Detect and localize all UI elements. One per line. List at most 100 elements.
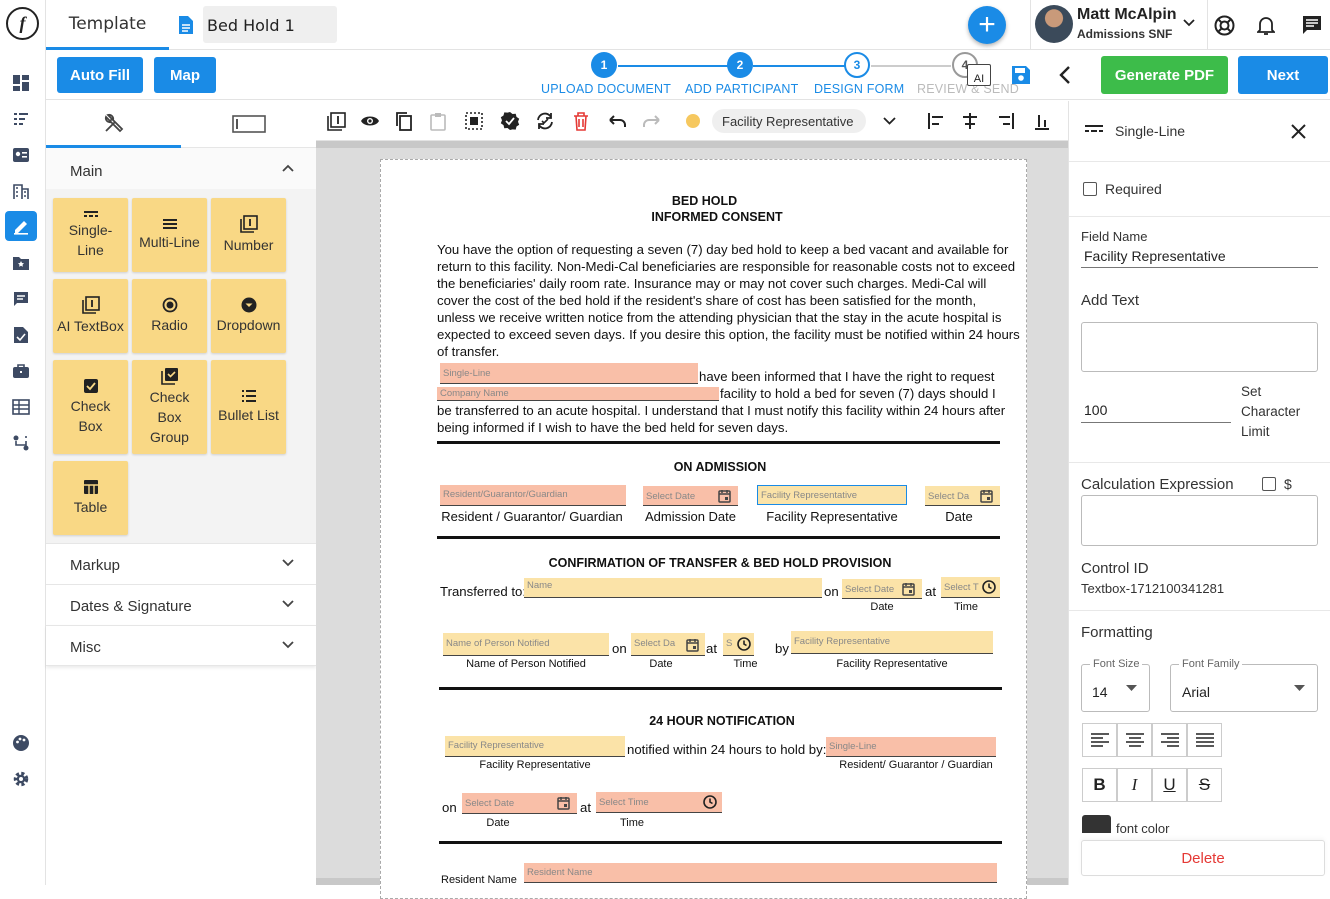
messages-icon[interactable] bbox=[1302, 15, 1322, 35]
step-1-label[interactable]: UPLOAD DOCUMENT bbox=[541, 82, 671, 96]
field-name[interactable]: Name bbox=[524, 578, 822, 598]
redo-icon[interactable] bbox=[642, 111, 662, 131]
field-notified-date[interactable]: Select Da bbox=[631, 633, 705, 656]
field-bullet-list[interactable]: Bullet List bbox=[211, 360, 286, 454]
contact-card-icon[interactable] bbox=[10, 144, 32, 166]
field-radio[interactable]: Radio bbox=[132, 279, 207, 353]
calc-expression-textarea[interactable] bbox=[1081, 495, 1318, 546]
currency-checkbox[interactable] bbox=[1262, 477, 1276, 491]
sync-icon[interactable] bbox=[535, 111, 555, 131]
design-edit-icon[interactable] bbox=[5, 211, 37, 241]
field-ai-textbox[interactable]: AI TextBox bbox=[53, 279, 128, 353]
field-resident-name[interactable]: Resident Name bbox=[524, 863, 997, 883]
user-menu[interactable]: Matt McAlpin Admissions SNF bbox=[1030, 0, 1208, 50]
section-main[interactable]: Main bbox=[46, 148, 316, 189]
save-icon[interactable] bbox=[1011, 65, 1031, 85]
undo-icon[interactable] bbox=[607, 111, 627, 131]
text-align-right-button[interactable] bbox=[1152, 723, 1187, 757]
text-justify-button[interactable] bbox=[1187, 723, 1222, 757]
field-name-person-notified[interactable]: Name of Person Notified bbox=[443, 633, 609, 656]
field-admission-date[interactable]: Select Date bbox=[643, 486, 738, 506]
preview-eye-icon[interactable] bbox=[360, 111, 380, 131]
char-limit-input[interactable]: 100 bbox=[1081, 402, 1231, 423]
field-single-line[interactable]: Single- Line bbox=[53, 198, 128, 272]
verified-badge-icon[interactable] bbox=[500, 111, 520, 131]
add-button[interactable]: + bbox=[968, 6, 1006, 44]
text-align-left-button[interactable] bbox=[1082, 723, 1117, 757]
field-multi-line[interactable]: Multi-Line bbox=[132, 198, 207, 272]
tasks-icon[interactable] bbox=[10, 108, 32, 130]
align-center-icon[interactable] bbox=[960, 111, 980, 131]
delete-button[interactable]: Delete bbox=[1081, 840, 1325, 876]
participant-select[interactable]: Facility Representative bbox=[712, 109, 866, 133]
underline-button[interactable]: U bbox=[1152, 768, 1187, 802]
select-all-icon[interactable] bbox=[464, 111, 484, 131]
add-text-textarea[interactable] bbox=[1081, 322, 1318, 372]
app-logo[interactable]: f bbox=[6, 7, 39, 40]
field-facility-rep-24h[interactable]: Facility Representative bbox=[445, 736, 625, 757]
tab-template[interactable]: Template bbox=[46, 0, 169, 50]
next-button[interactable]: Next bbox=[1238, 56, 1328, 94]
section-misc[interactable]: Misc bbox=[46, 625, 316, 666]
back-chevron-icon[interactable] bbox=[1058, 65, 1072, 85]
help-lifebuoy-icon[interactable] bbox=[1214, 15, 1235, 36]
section-markup[interactable]: Markup bbox=[46, 543, 316, 584]
delete-trash-icon[interactable] bbox=[571, 111, 591, 131]
field-single-line-box[interactable]: Single-Line bbox=[440, 363, 698, 384]
field-dropdown[interactable]: Dropdown bbox=[211, 279, 286, 353]
tab-tools[interactable] bbox=[46, 101, 181, 148]
section-dates-signature[interactable]: Dates & Signature bbox=[46, 584, 316, 625]
field-24h-time[interactable]: Select Time bbox=[596, 792, 722, 813]
font-size-select[interactable]: Font Size 14 bbox=[1081, 658, 1150, 712]
field-name-input[interactable]: Facility Representative bbox=[1081, 248, 1318, 268]
step-3-label[interactable]: DESIGN FORM bbox=[814, 82, 904, 96]
paste-icon[interactable] bbox=[428, 111, 448, 131]
align-left-icon[interactable] bbox=[926, 111, 946, 131]
font-color-swatch[interactable] bbox=[1082, 815, 1111, 833]
building-icon[interactable] bbox=[10, 180, 32, 202]
bold-button[interactable]: B bbox=[1082, 768, 1117, 802]
ai-icon[interactable]: AI bbox=[967, 64, 991, 86]
text-align-center-button[interactable] bbox=[1117, 723, 1152, 757]
required-checkbox[interactable] bbox=[1083, 182, 1097, 196]
tab-layout[interactable] bbox=[181, 101, 316, 148]
field-notified-time[interactable]: S bbox=[723, 633, 754, 656]
settings-gear-icon[interactable] bbox=[10, 768, 32, 790]
field-checkbox-group[interactable]: Check Box Group bbox=[132, 360, 207, 454]
step-3-circle[interactable]: 3 bbox=[844, 52, 870, 78]
map-button[interactable]: Map bbox=[154, 57, 216, 93]
align-bottom-icon[interactable] bbox=[1032, 111, 1052, 131]
field-facility-rep-by[interactable]: Facility Representative bbox=[791, 631, 993, 654]
step-1-circle[interactable]: 1 bbox=[591, 52, 617, 78]
step-2-label[interactable]: ADD PARTICIPANT bbox=[685, 82, 798, 96]
align-right-icon[interactable] bbox=[996, 111, 1016, 131]
field-table[interactable]: Table bbox=[53, 461, 128, 535]
generate-pdf-button[interactable]: Generate PDF bbox=[1101, 56, 1228, 94]
folder-star-icon[interactable] bbox=[10, 252, 32, 274]
bell-icon[interactable] bbox=[1257, 15, 1275, 36]
step-2-circle[interactable]: 2 bbox=[727, 52, 753, 78]
strikethrough-button[interactable]: S bbox=[1187, 768, 1222, 802]
close-icon[interactable] bbox=[1291, 124, 1306, 139]
field-checkbox[interactable]: Check Box bbox=[53, 360, 128, 454]
copy-icon[interactable] bbox=[394, 111, 414, 131]
chat-icon[interactable] bbox=[10, 288, 32, 310]
field-transfer-time[interactable]: Select T bbox=[941, 577, 1000, 598]
briefcase-icon[interactable] bbox=[10, 360, 32, 382]
field-24h-date[interactable]: Select Date bbox=[462, 793, 577, 814]
chevron-down-icon[interactable] bbox=[883, 117, 896, 125]
document-name-input[interactable]: Bed Hold 1 bbox=[203, 6, 337, 43]
dashboard-icon[interactable] bbox=[10, 72, 32, 94]
italic-button[interactable]: I bbox=[1117, 768, 1152, 802]
field-facility-rep-selected[interactable]: Facility Representative bbox=[757, 485, 907, 505]
palette-icon[interactable] bbox=[10, 732, 32, 754]
field-transfer-date[interactable]: Select Date bbox=[842, 579, 922, 599]
auto-fill-button[interactable]: Auto Fill bbox=[57, 57, 143, 93]
page-number-icon[interactable] bbox=[326, 111, 346, 131]
records-icon[interactable] bbox=[10, 396, 32, 418]
field-date-admission[interactable]: Select Da bbox=[925, 486, 1000, 506]
field-number[interactable]: Number bbox=[211, 198, 286, 272]
doc-check-icon[interactable] bbox=[10, 324, 32, 346]
font-family-select[interactable]: Font Family Arial bbox=[1170, 658, 1318, 712]
field-single-line-24h[interactable]: Single-Line bbox=[826, 737, 996, 757]
